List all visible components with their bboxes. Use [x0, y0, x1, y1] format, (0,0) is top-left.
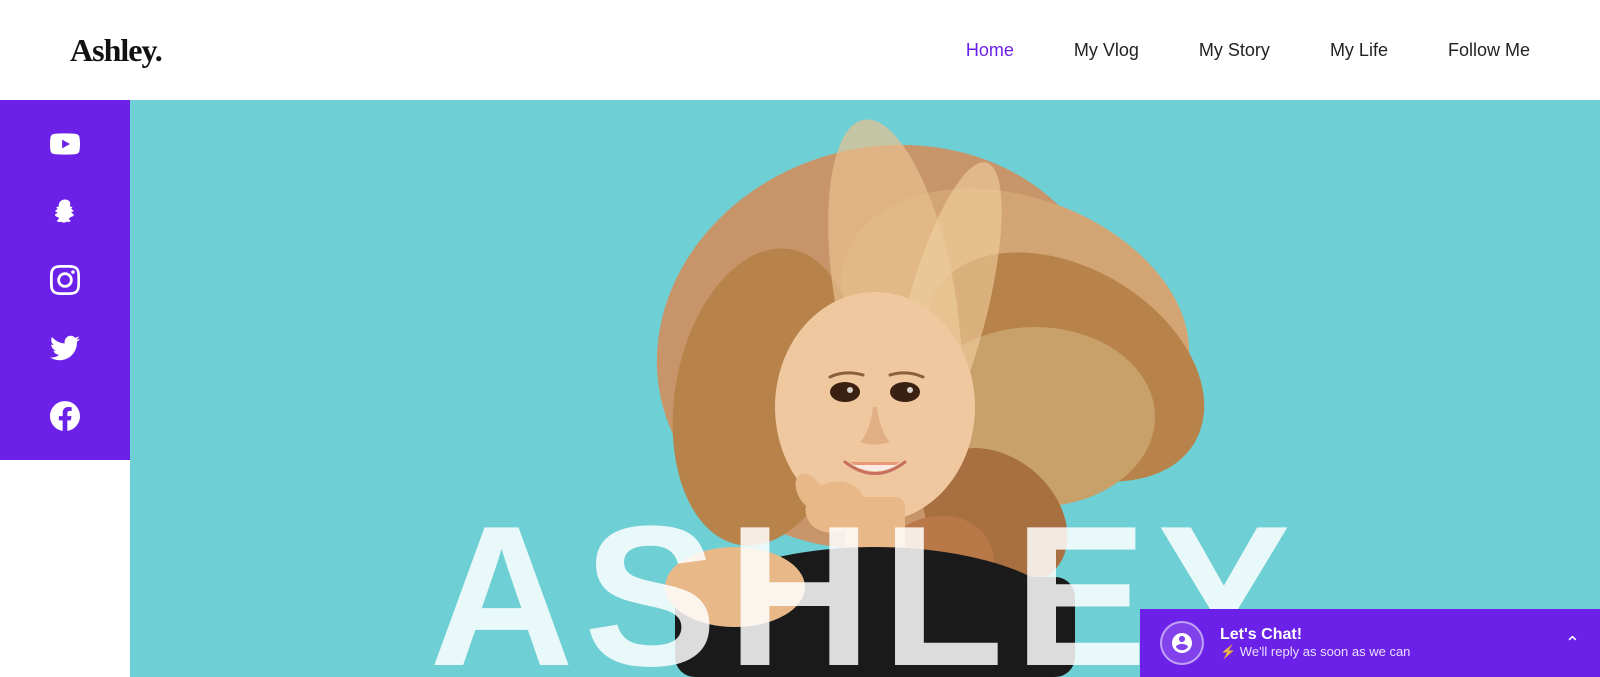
nav-item-home[interactable]: Home [966, 40, 1014, 61]
social-sidebar [0, 100, 130, 460]
snapchat-icon[interactable] [0, 178, 130, 246]
chat-subtitle: ⚡ We'll reply as soon as we can [1220, 644, 1549, 660]
facebook-icon[interactable] [0, 382, 130, 450]
chat-avatar [1160, 621, 1204, 665]
nav: Home My Vlog My Story My Life Follow Me [966, 40, 1530, 61]
chat-title: Let's Chat! [1220, 626, 1549, 644]
youtube-icon[interactable] [0, 110, 130, 178]
twitter-icon[interactable] [0, 314, 130, 382]
chat-expand-icon[interactable]: ⌃ [1565, 633, 1580, 654]
header: Ashley. Home My Vlog My Story My Life Fo… [0, 0, 1600, 100]
hero-section: ASHLEY [130, 100, 1600, 677]
logo[interactable]: Ashley. [70, 32, 162, 69]
nav-item-follow-me[interactable]: Follow Me [1448, 40, 1530, 61]
nav-item-my-life[interactable]: My Life [1330, 40, 1388, 61]
nav-item-my-story[interactable]: My Story [1199, 40, 1270, 61]
chat-avatar-icon [1170, 631, 1194, 655]
nav-item-my-vlog[interactable]: My Vlog [1074, 40, 1139, 61]
chat-widget[interactable]: Let's Chat! ⚡ We'll reply as soon as we … [1140, 609, 1600, 677]
instagram-icon[interactable] [0, 246, 130, 314]
chat-text: Let's Chat! ⚡ We'll reply as soon as we … [1220, 626, 1549, 660]
